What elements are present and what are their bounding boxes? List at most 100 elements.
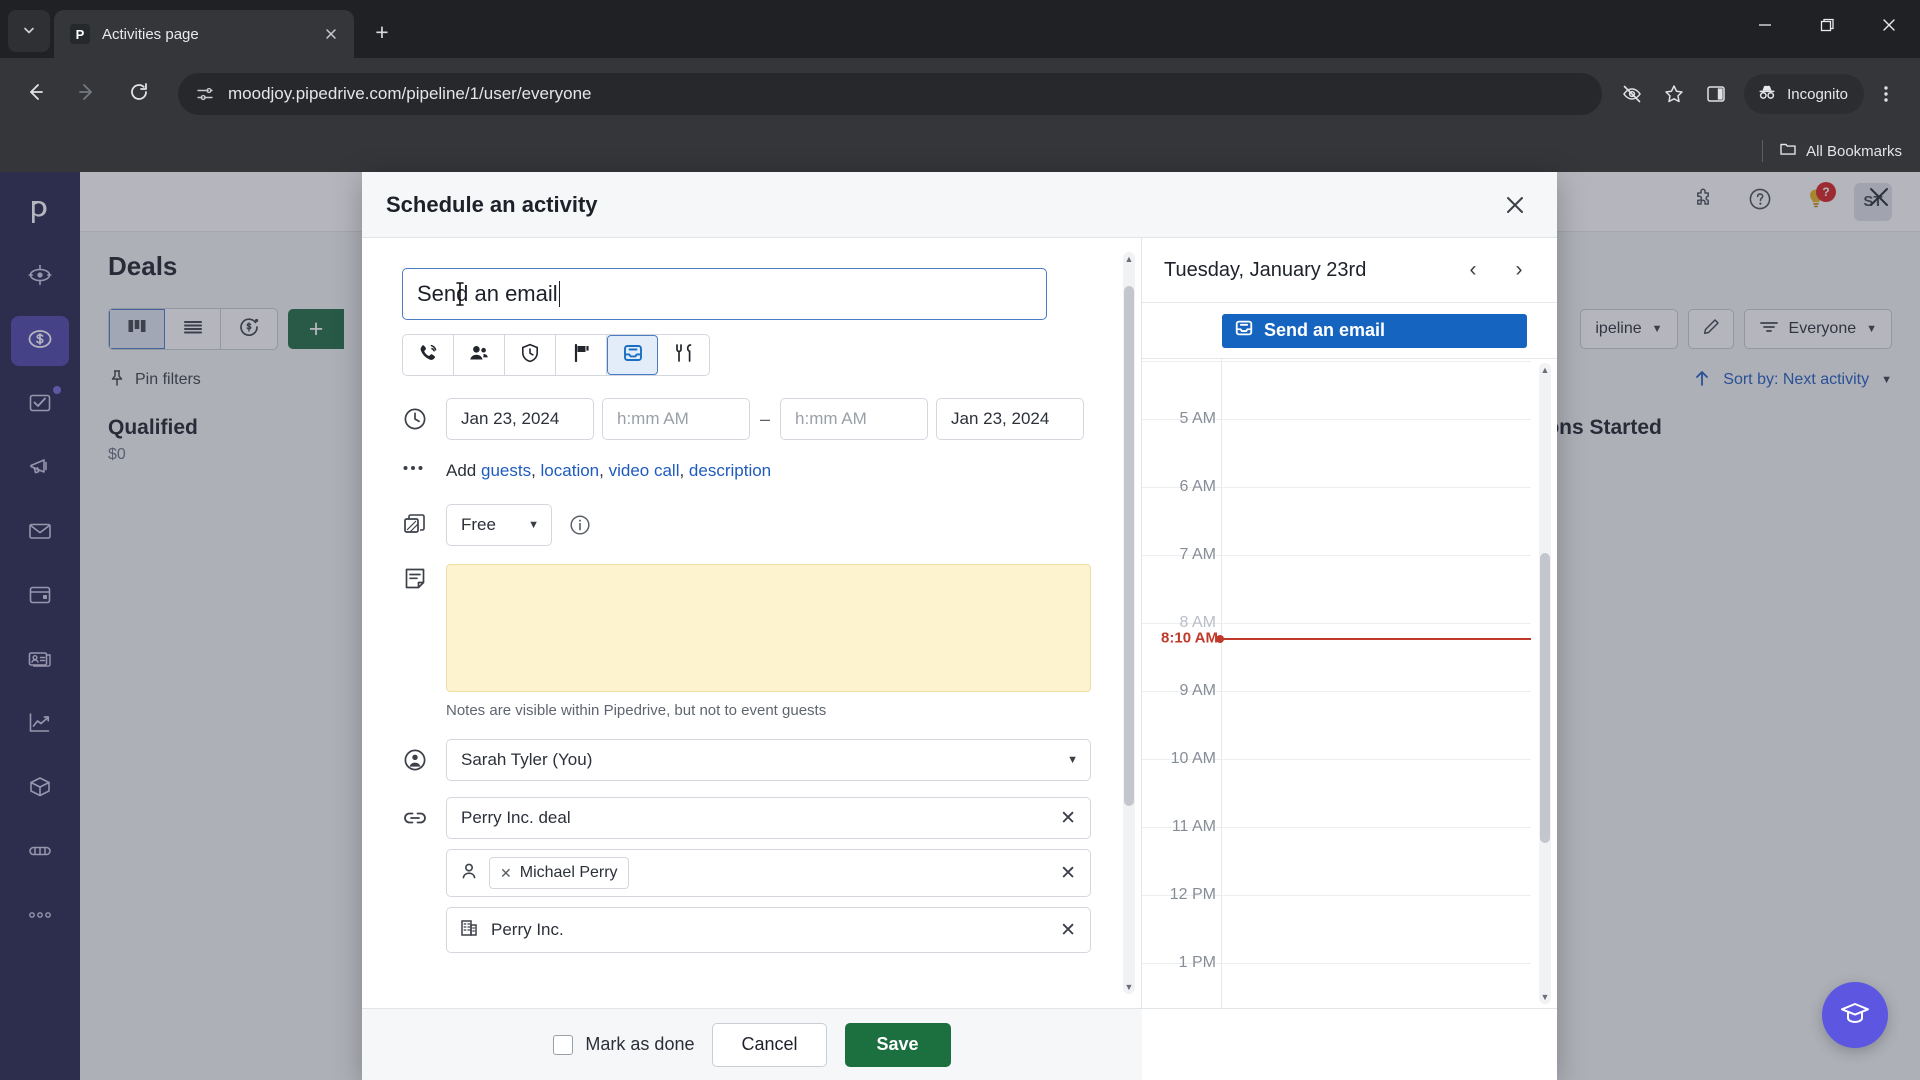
note-hint: Notes are visible within Pipedrive, but … (446, 702, 827, 719)
deal-input[interactable]: Perry Inc. deal ✕ (446, 797, 1091, 839)
add-guests-link[interactable]: guests (481, 461, 531, 480)
star-icon[interactable] (1654, 74, 1694, 114)
calendar-scrollbar[interactable]: ▲ ▼ (1539, 363, 1551, 1004)
phone-icon (417, 342, 439, 369)
tab-strip: P Activities page + (0, 0, 1920, 58)
bookmarks-divider (1762, 140, 1764, 162)
site-settings-icon[interactable] (192, 81, 218, 107)
back-button[interactable] (14, 73, 56, 115)
reload-button[interactable] (118, 73, 160, 115)
add-video-call-link[interactable]: video call (609, 461, 680, 480)
organization-input[interactable]: Perry Inc. ✕ (446, 907, 1091, 953)
start-date-input[interactable]: Jan 23, 2024 (446, 398, 594, 440)
minimize-button[interactable] (1734, 0, 1796, 50)
all-bookmarks-button[interactable]: All Bookmarks (1779, 140, 1902, 162)
activity-type-deadline[interactable] (556, 335, 607, 375)
people-icon (468, 342, 490, 369)
modal-footer: Mark as done Cancel Save (362, 1008, 1142, 1080)
save-button[interactable]: Save (844, 1022, 951, 1067)
owner-select[interactable]: Sarah Tyler (You) ▼ (446, 739, 1091, 781)
activity-subject-input[interactable]: Send an email (402, 268, 1047, 320)
busy-free-row: Free ▼ (402, 504, 1097, 546)
note-textarea[interactable] (446, 564, 1091, 692)
close-modal-button[interactable] (1495, 185, 1535, 225)
scroll-down-arrow-icon[interactable]: ▼ (1123, 980, 1135, 994)
activity-type-meeting[interactable] (454, 335, 505, 375)
end-date-input[interactable]: Jan 23, 2024 (936, 398, 1085, 440)
calendar-hour-label: 5 AM (1179, 410, 1216, 427)
footer-spacer (1142, 1008, 1557, 1080)
browser-toolbar: moodjoy.pipedrive.com/pipeline/1/user/ev… (0, 58, 1920, 130)
person-input[interactable]: ✕ Michael Perry ✕ (446, 849, 1091, 897)
chevron-down-icon: ▼ (1067, 754, 1078, 766)
calendar-event[interactable]: Send an email (1222, 313, 1527, 348)
end-time-input[interactable]: h:mm AM (780, 398, 929, 440)
browser-tab[interactable]: P Activities page (54, 10, 354, 58)
mark-as-done-checkbox[interactable] (553, 1034, 574, 1055)
new-tab-button[interactable]: + (364, 14, 400, 50)
tab-search-button[interactable] (8, 10, 50, 52)
calendar-prev-button[interactable]: ‹ (1453, 250, 1493, 290)
activity-type-lunch[interactable] (658, 335, 709, 375)
clear-organization-button[interactable]: ✕ (1060, 919, 1076, 942)
flag-icon (570, 342, 592, 369)
add-prefix: Add (446, 461, 481, 480)
three-dots-vertical-icon[interactable] (1866, 74, 1906, 114)
form-scrollbar-thumb[interactable] (1124, 286, 1134, 806)
calendar-next-button[interactable]: › (1499, 250, 1539, 290)
calendar-hour-label: 6 AM (1179, 478, 1216, 495)
incognito-indicator[interactable]: Incognito (1744, 74, 1864, 114)
scroll-up-arrow-icon[interactable]: ▲ (1539, 363, 1551, 377)
calendar-hour-label: 1 PM (1178, 954, 1216, 971)
modal-title: Schedule an activity (386, 191, 598, 217)
person-chip[interactable]: ✕ Michael Perry (489, 857, 629, 889)
clock-task-icon (519, 342, 541, 369)
user-circle-icon (402, 739, 446, 773)
address-bar[interactable]: moodjoy.pipedrive.com/pipeline/1/user/ev… (178, 73, 1603, 115)
close-page-button[interactable] (1866, 184, 1892, 217)
forward-button[interactable] (66, 73, 108, 115)
calendar-event-title: Send an email (1264, 320, 1386, 340)
mark-as-done-toggle[interactable]: Mark as done (553, 1034, 694, 1055)
add-details-row: Add guests, location, video call, descri… (402, 450, 1097, 492)
add-location-link[interactable]: location (541, 461, 600, 480)
info-circle-icon[interactable] (568, 504, 592, 542)
clear-person-button[interactable]: ✕ (1060, 862, 1076, 885)
start-time-input[interactable]: h:mm AM (602, 398, 750, 440)
close-tab-button[interactable] (318, 21, 344, 47)
learn-button[interactable] (1822, 982, 1888, 1048)
calendar-pane: Tuesday, January 23rd ‹ › Send an email (1142, 238, 1557, 1008)
tab-title: Activities page (102, 25, 199, 43)
clear-deal-button[interactable]: ✕ (1060, 807, 1076, 830)
calendar-column-divider (1221, 359, 1222, 1008)
scroll-up-arrow-icon[interactable]: ▲ (1123, 252, 1135, 266)
add-description-link[interactable]: description (689, 461, 771, 480)
calendar-header: Tuesday, January 23rd ‹ › (1142, 238, 1557, 302)
scroll-down-arrow-icon[interactable]: ▼ (1539, 990, 1551, 1004)
side-panel-icon[interactable] (1696, 74, 1736, 114)
calendar-grid[interactable]: 5 AM 6 AM 7 AM 8 AM 8:10 AM 9 AM 10 AM 1… (1142, 358, 1557, 1008)
time-range-separator: – (760, 408, 771, 429)
free-busy-value: Free (461, 515, 496, 534)
activity-type-group (402, 334, 710, 376)
activity-type-task[interactable] (505, 335, 556, 375)
remove-person-chip-button[interactable]: ✕ (500, 865, 512, 882)
activity-form: Send an email Jan 23, 2024 h:mm AM – h:m… (362, 238, 1141, 973)
url-text: moodjoy.pipedrive.com/pipeline/1/user/ev… (228, 84, 592, 103)
calendar-nav: ‹ › (1453, 250, 1539, 290)
maximize-button[interactable] (1796, 0, 1858, 50)
free-busy-select[interactable]: Free ▼ (446, 504, 552, 546)
bookmarks-bar: All Bookmarks (0, 130, 1920, 172)
organization-row: Perry Inc. ✕ (402, 907, 1097, 953)
current-time-line (1216, 635, 1531, 643)
clock-icon (402, 398, 446, 432)
folder-icon (1779, 140, 1797, 162)
activity-type-call[interactable] (403, 335, 454, 375)
activity-type-email[interactable] (607, 335, 658, 375)
calendar-scrollbar-thumb[interactable] (1540, 553, 1550, 843)
cancel-button[interactable]: Cancel (712, 1022, 827, 1067)
eye-slash-icon[interactable] (1612, 74, 1652, 114)
form-scrollbar[interactable]: ▲ ▼ (1123, 252, 1135, 994)
close-window-button[interactable] (1858, 0, 1920, 50)
graduation-cap-icon (1837, 995, 1873, 1036)
